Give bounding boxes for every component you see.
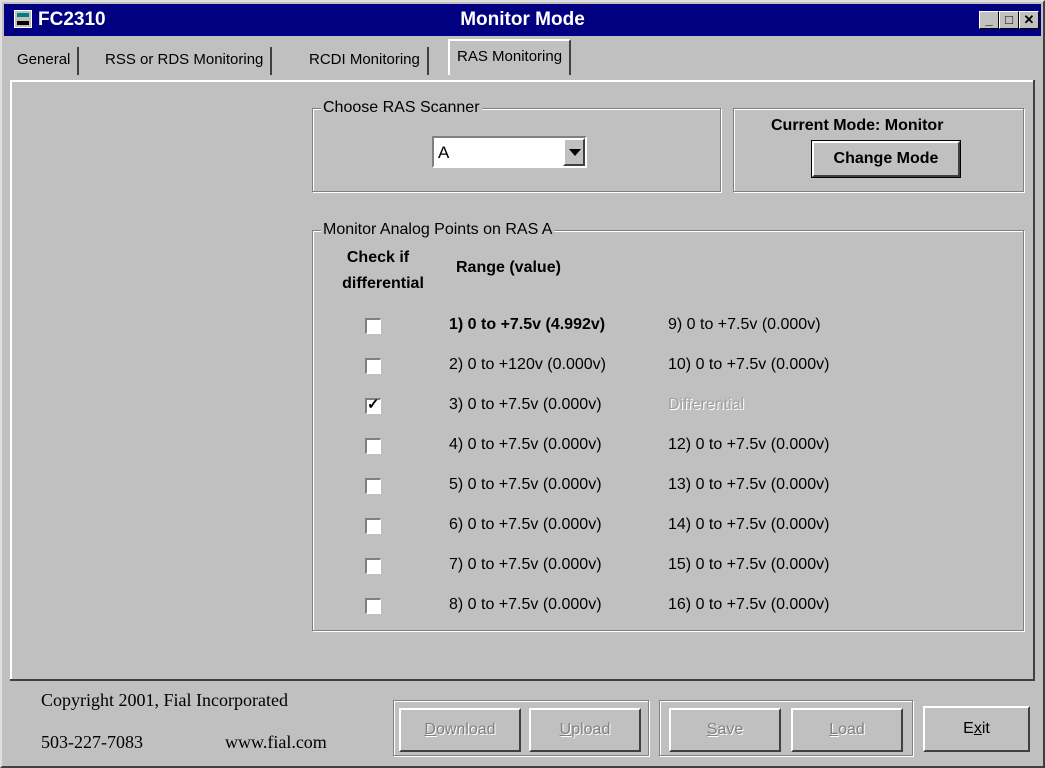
scanner-group: Choose RAS Scanner A: [312, 99, 721, 192]
differential-checkbox[interactable]: [365, 438, 381, 454]
check-differential-header-line1: Check if: [346, 249, 410, 266]
scanner-select[interactable]: A: [432, 136, 587, 168]
analog-points-legend: Monitor Analog Points on RAS A: [321, 221, 555, 239]
panel-border-top: [10, 80, 1035, 82]
tab-rss-rds-monitoring[interactable]: RSS or RDS Monitoring: [98, 47, 273, 75]
analog-point-left: 2) 0 to +120v (0.000v): [449, 356, 606, 373]
close-icon: ✕: [1023, 12, 1035, 27]
app-name: FC2310: [38, 9, 106, 30]
analog-point-right: 14) 0 to +7.5v (0.000v): [668, 516, 830, 533]
maximize-button[interactable]: □: [999, 11, 1019, 29]
change-mode-button[interactable]: Change Mode: [811, 140, 961, 178]
scanner-select-value: A: [438, 143, 450, 162]
tab-rcdi-monitoring[interactable]: RCDI Monitoring: [302, 47, 429, 75]
differential-checkbox[interactable]: [365, 358, 381, 374]
mode-group: Current Mode: Monitor Change Mode: [733, 108, 1024, 192]
copyright-text: Copyright 2001, Fial Incorporated: [41, 690, 288, 710]
save-label: ave: [717, 721, 744, 738]
save-mnemonic: S: [706, 721, 718, 738]
close-button[interactable]: ✕: [1019, 11, 1039, 29]
differential-checkbox[interactable]: [365, 518, 381, 534]
load-label: oad: [838, 721, 865, 738]
range-header: Range (value): [456, 259, 561, 276]
analog-point-left: 7) 0 to +7.5v (0.000v): [449, 556, 602, 573]
tab-general[interactable]: General: [10, 47, 80, 75]
download-mnemonic: D: [424, 721, 436, 738]
analog-point-left: 6) 0 to +7.5v (0.000v): [449, 516, 602, 533]
analog-point-right: 12) 0 to +7.5v (0.000v): [668, 436, 830, 453]
website-text: www.fial.com: [225, 732, 327, 752]
differential-checkbox[interactable]: [365, 318, 381, 334]
app-window: FC2310 Monitor Mode _ □ ✕ General RSS or…: [0, 0, 1045, 768]
analog-point-left: 8) 0 to +7.5v (0.000v): [449, 596, 602, 613]
exit-label-end: it: [981, 720, 990, 737]
save-button[interactable]: Save: [669, 708, 781, 752]
exit-button[interactable]: Exit: [923, 706, 1030, 752]
exit-label-start: E: [963, 720, 974, 737]
tab-strip: General RSS or RDS Monitoring RCDI Monit…: [2, 39, 1045, 80]
differential-checkbox[interactable]: [365, 598, 381, 614]
panel-border-right: [1033, 80, 1035, 680]
analog-point-left: 5) 0 to +7.5v (0.000v): [449, 476, 602, 493]
checkmark-icon: ✓: [367, 396, 380, 413]
analog-point-right: 13) 0 to +7.5v (0.000v): [668, 476, 830, 493]
differential-checkbox[interactable]: [365, 478, 381, 494]
analog-point-right: 16) 0 to +7.5v (0.000v): [668, 596, 830, 613]
exit-mnemonic: x: [973, 720, 982, 737]
title-bar[interactable]: FC2310 Monitor Mode _ □ ✕: [4, 4, 1041, 36]
analog-point-right: 10) 0 to +7.5v (0.000v): [668, 356, 830, 373]
differential-checkbox[interactable]: ✓: [365, 396, 381, 414]
panel-border-bottom: [10, 679, 1035, 681]
phone-text: 503-227-7083: [41, 732, 143, 752]
load-button[interactable]: Load: [791, 708, 903, 752]
upload-mnemonic: U: [559, 721, 572, 738]
minimize-button[interactable]: _: [979, 11, 999, 29]
scanner-dropdown-button[interactable]: [563, 138, 585, 166]
analog-point-right: 9) 0 to +7.5v (0.000v): [668, 316, 821, 333]
window-title: Monitor Mode: [460, 9, 585, 30]
analog-point-right: Differential: [668, 396, 745, 413]
upload-label: pload: [571, 721, 611, 738]
upload-button[interactable]: Upload: [529, 708, 641, 752]
chevron-down-icon: [569, 149, 581, 156]
current-mode-label: Current Mode: Monitor: [771, 117, 944, 134]
minimize-icon: _: [985, 12, 993, 27]
maximize-icon: □: [1005, 12, 1013, 27]
tab-ras-monitoring[interactable]: RAS Monitoring: [448, 39, 572, 75]
check-differential-header-line2: differential: [342, 275, 424, 292]
analog-point-left: 4) 0 to +7.5v (0.000v): [449, 436, 602, 453]
differential-checkbox[interactable]: [365, 558, 381, 574]
analog-point-right: 15) 0 to +7.5v (0.000v): [668, 556, 830, 573]
app-icon[interactable]: [14, 10, 32, 28]
scanner-group-legend: Choose RAS Scanner: [321, 99, 482, 117]
analog-point-left: 3) 0 to +7.5v (0.000v): [449, 396, 602, 413]
load-mnemonic: L: [829, 721, 839, 738]
panel-border-left: [10, 80, 12, 680]
download-label: ownload: [435, 721, 496, 738]
analog-point-left: 1) 0 to +7.5v (4.992v): [449, 316, 606, 333]
download-button[interactable]: Download: [399, 708, 521, 752]
